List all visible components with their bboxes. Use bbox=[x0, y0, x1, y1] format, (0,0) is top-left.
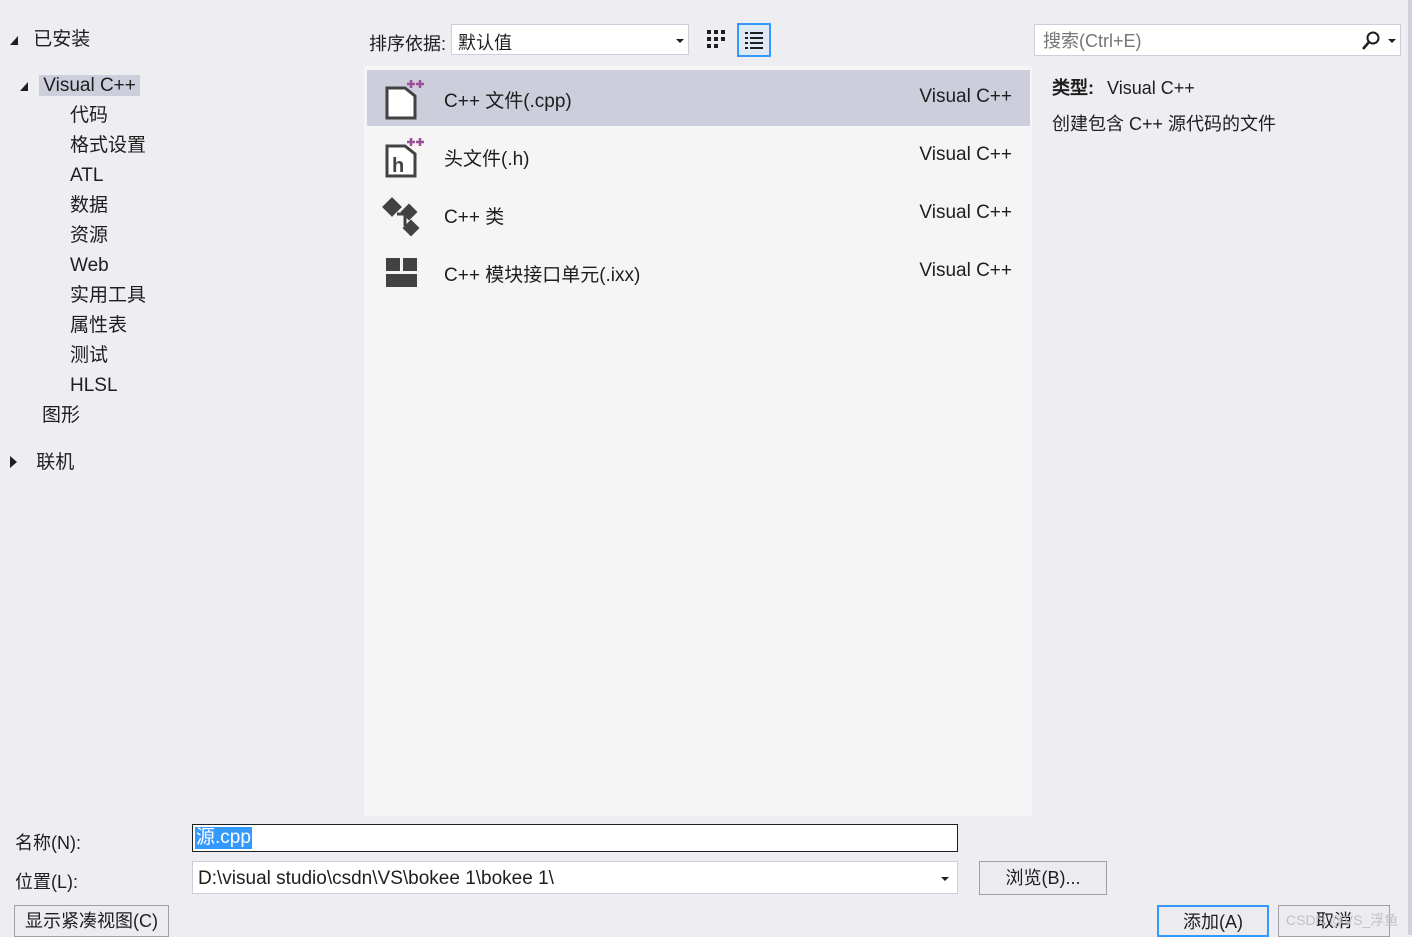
template-language: Visual C++ bbox=[919, 260, 1012, 281]
sort-dropdown[interactable]: 默认值 bbox=[451, 24, 689, 55]
tree-child-label: 资源 bbox=[70, 225, 109, 246]
header-file-icon: h bbox=[385, 138, 424, 178]
template-item-class[interactable]: C++ 类 Visual C++ bbox=[367, 186, 1030, 242]
tree-child-label: 实用工具 bbox=[70, 285, 147, 306]
template-item-cpp[interactable]: C++ 文件(.cpp) Visual C++ bbox=[367, 70, 1030, 126]
description-type-label: 类型: bbox=[1052, 78, 1094, 98]
tree-child-label: 格式设置 bbox=[70, 135, 147, 156]
tree-node-online-label: 联机 bbox=[36, 452, 75, 473]
description-type-value: Visual C++ bbox=[1107, 78, 1195, 98]
search-icon[interactable] bbox=[1360, 30, 1382, 52]
title-bar-strip bbox=[0, 0, 1412, 14]
tree-child-item[interactable]: 数据 bbox=[70, 194, 108, 218]
template-language: Visual C++ bbox=[919, 144, 1012, 165]
collapse-arrow-icon[interactable] bbox=[20, 82, 28, 91]
template-item-header[interactable]: h 头文件(.h) Visual C++ bbox=[367, 128, 1030, 184]
window-border bbox=[1408, 0, 1412, 935]
tree-node-graphics-label: 图形 bbox=[42, 405, 81, 426]
tree-child-item[interactable]: 资源 bbox=[70, 224, 108, 248]
template-name: 头文件(.h) bbox=[444, 149, 530, 170]
search-options-chevron-icon[interactable] bbox=[1388, 39, 1396, 43]
tree-child-item[interactable]: HLSL bbox=[70, 374, 118, 398]
sort-value: 默认值 bbox=[458, 33, 512, 53]
tree-child-item[interactable]: 格式设置 bbox=[70, 134, 146, 158]
tree-child-label: Web bbox=[70, 255, 109, 276]
tree-child-label: 属性表 bbox=[70, 315, 128, 336]
tree-child-label: 测试 bbox=[70, 345, 109, 366]
description-type-row: 类型: Visual C++ bbox=[1052, 74, 1276, 100]
template-name: C++ 模块接口单元(.ixx) bbox=[444, 265, 641, 286]
compact-view-button[interactable]: 显示紧凑视图(C) bbox=[14, 905, 169, 937]
list-view-button[interactable] bbox=[737, 23, 771, 57]
tree-child-item[interactable]: ATL bbox=[70, 164, 103, 188]
add-button[interactable]: 添加(A) bbox=[1157, 905, 1269, 937]
template-language: Visual C++ bbox=[919, 202, 1012, 223]
module-interface-icon bbox=[386, 258, 417, 287]
tree-child-item[interactable]: 实用工具 bbox=[70, 284, 146, 308]
template-list: C++ 文件(.cpp) Visual C++ h 头文件(.h) Visual… bbox=[364, 66, 1032, 816]
chevron-down-icon[interactable] bbox=[941, 877, 949, 881]
location-combobox[interactable]: D:\visual studio\csdn\VS\bokee 1\bokee 1… bbox=[192, 861, 958, 894]
watermark-text: CSDN @VS_浮鱼 bbox=[1286, 912, 1399, 928]
svg-text:h: h bbox=[392, 155, 404, 177]
template-description: 类型: Visual C++ 创建包含 C++ 源代码的文件 bbox=[1052, 74, 1276, 136]
tree-node-graphics[interactable]: 图形 bbox=[42, 404, 80, 428]
tree-node-online[interactable]: 联机 bbox=[10, 451, 74, 475]
location-value: D:\visual studio\csdn\VS\bokee 1\bokee 1… bbox=[198, 868, 554, 889]
tree-child-label: 数据 bbox=[70, 195, 109, 216]
tree-child-item[interactable]: 代码 bbox=[70, 104, 108, 128]
tree-child-label: 代码 bbox=[70, 105, 109, 126]
description-text: 创建包含 C++ 源代码的文件 bbox=[1052, 114, 1277, 134]
grid-view-icon bbox=[707, 30, 725, 48]
browse-button[interactable]: 浏览(B)... bbox=[979, 861, 1107, 895]
tree-child-item[interactable]: 测试 bbox=[70, 344, 108, 368]
list-view-icon bbox=[745, 32, 763, 49]
tree-child-label: ATL bbox=[70, 165, 104, 186]
name-field[interactable]: 源.cpp bbox=[192, 824, 958, 852]
name-value-selected: 源.cpp bbox=[195, 827, 252, 849]
tree-child-item[interactable]: 属性表 bbox=[70, 314, 127, 338]
location-label: 位置(L): bbox=[15, 872, 78, 892]
template-name: C++ 文件(.cpp) bbox=[444, 91, 572, 112]
cpp-class-icon bbox=[382, 197, 420, 236]
name-label: 名称(N): bbox=[15, 833, 81, 853]
grid-view-button[interactable] bbox=[700, 24, 732, 56]
cpp-file-icon bbox=[385, 80, 424, 120]
tree-node-visualcpp-label: Visual C++ bbox=[39, 75, 140, 96]
chevron-down-icon bbox=[676, 39, 684, 43]
tree-node-visualcpp[interactable]: Visual C++ bbox=[20, 74, 140, 98]
tree-child-item[interactable]: Web bbox=[70, 254, 109, 278]
collapse-arrow-icon[interactable] bbox=[10, 36, 18, 45]
search-input[interactable] bbox=[1041, 28, 1355, 54]
tree-node-installed[interactable]: 已安装 bbox=[10, 28, 90, 52]
template-name: C++ 类 bbox=[444, 207, 505, 228]
search-box[interactable] bbox=[1034, 24, 1401, 56]
tree-node-installed-label: 已安装 bbox=[33, 29, 91, 50]
template-item-module[interactable]: C++ 模块接口单元(.ixx) Visual C++ bbox=[367, 244, 1030, 300]
expand-arrow-icon[interactable] bbox=[10, 456, 17, 468]
tree-child-label: HLSL bbox=[70, 375, 118, 396]
template-language: Visual C++ bbox=[919, 86, 1012, 107]
sort-label: 排序依据: bbox=[369, 34, 447, 54]
